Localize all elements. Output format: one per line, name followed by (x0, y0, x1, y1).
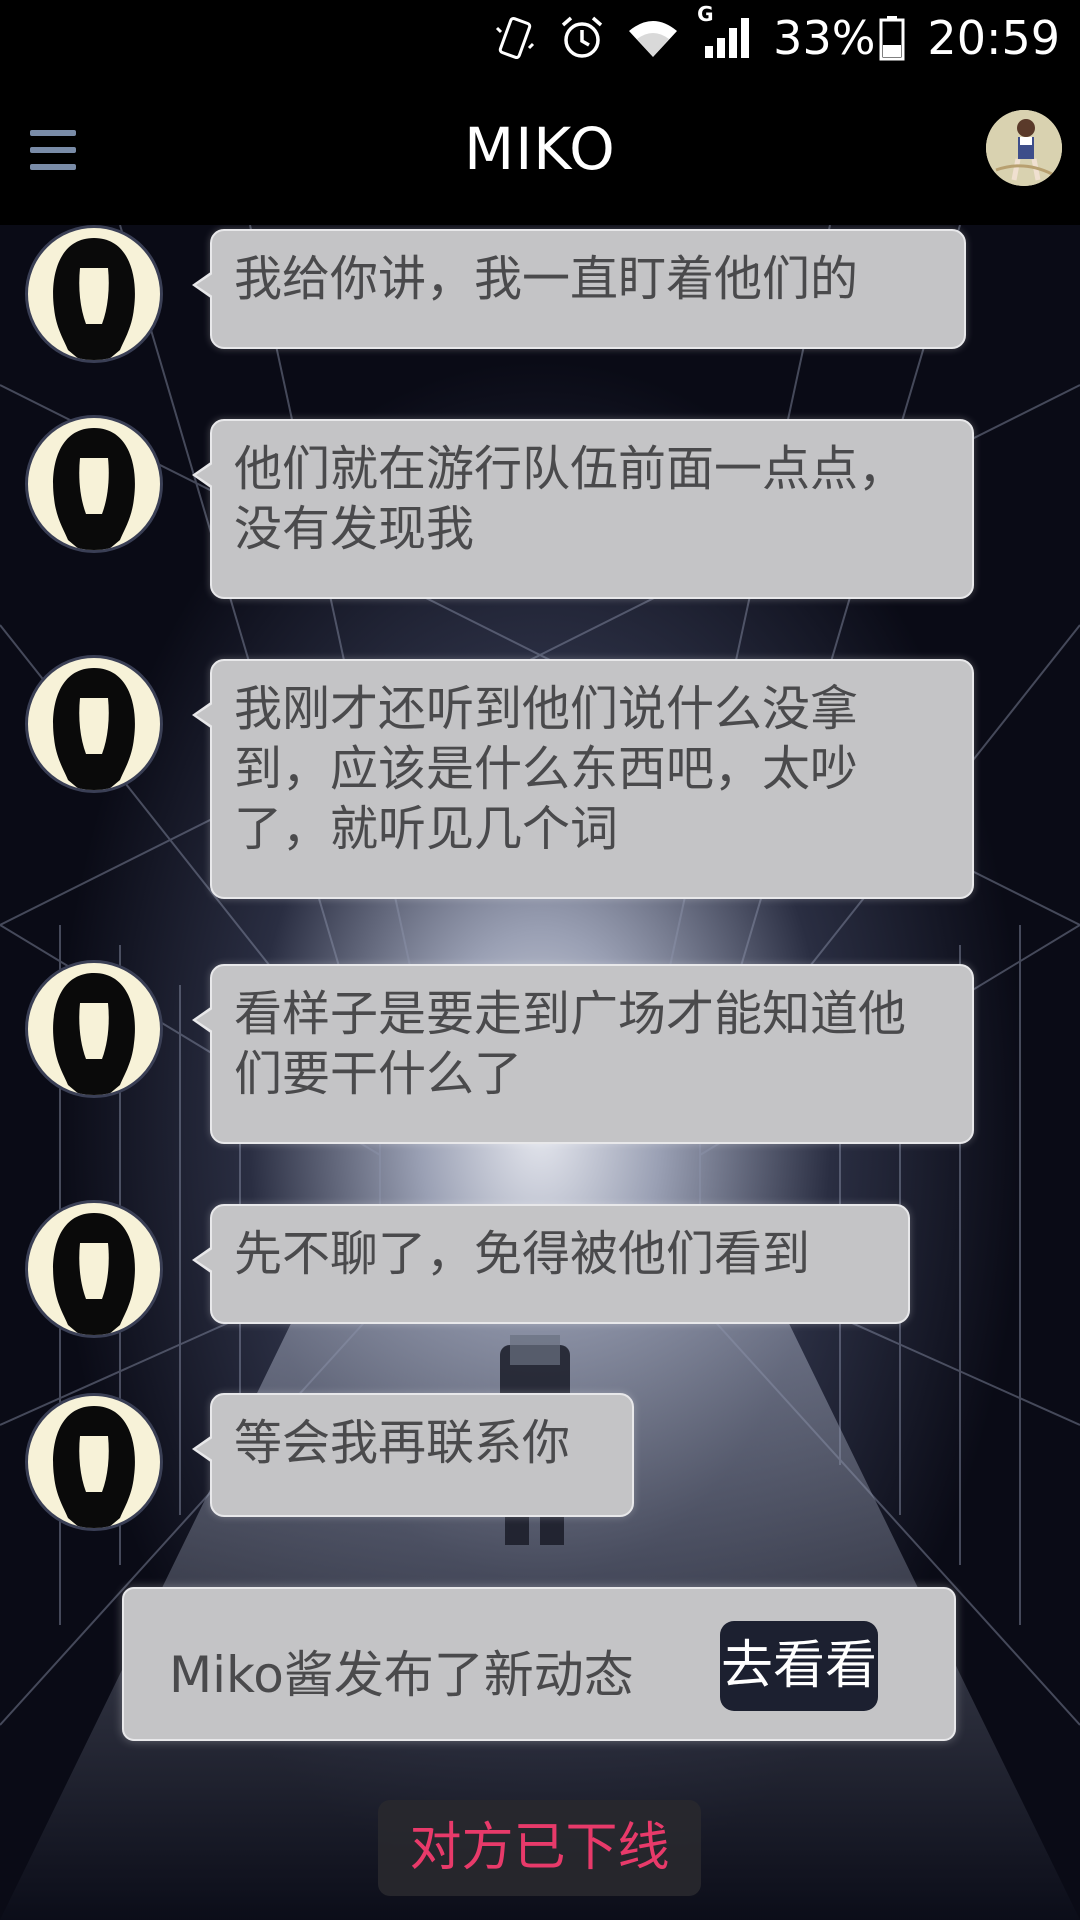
message-bubble: 我给你讲，我一直盯着他们的 (192, 229, 966, 349)
message-bubble: 先不聊了，免得被他们看到 (192, 1204, 910, 1324)
message-text: 看样子是要走到广场才能知道他们要干什么了 (234, 986, 907, 1102)
offline-status-badge: 对方已下线 (378, 1800, 701, 1896)
message-text: 先不聊了，免得被他们看到 (234, 1226, 811, 1282)
status-time: 20:59 (927, 10, 1060, 65)
battery-percent: 33% (773, 10, 876, 65)
vibrate-icon (493, 14, 537, 62)
contact-avatar[interactable] (25, 655, 163, 793)
battery-indicator: 33% (773, 11, 905, 65)
contact-avatar[interactable] (25, 415, 163, 553)
signal-icon: G (697, 2, 751, 60)
contact-avatar[interactable] (25, 225, 163, 363)
message-bubble: 我刚才还听到他们说什么没拿到，应该是什么东西吧，太吵了，就听见几个词 (192, 659, 974, 899)
contact-avatar[interactable] (25, 1200, 163, 1338)
battery-icon (879, 15, 905, 61)
notice-text: Miko酱发布了新动态 (169, 1646, 634, 1704)
message-bubble: 等会我再联系你 (192, 1393, 634, 1517)
status-bar: G 33% 20:59 (0, 0, 1080, 75)
message-text: 他们就在游行队伍前面一点点，没有发现我 (234, 441, 907, 557)
network-type-label: G (697, 1, 714, 26)
profile-avatar[interactable] (986, 110, 1062, 186)
app-bar: MIKO (0, 75, 1080, 225)
chat-area[interactable]: 我给你讲，我一直盯着他们的 他们就在游行队伍前面一点点，没有发现我 我刚才还听到… (0, 225, 1080, 1920)
message-bubble: 他们就在游行队伍前面一点点，没有发现我 (192, 419, 974, 599)
message-text: 等会我再联系你 (234, 1415, 571, 1471)
go-view-button[interactable]: 去看看 (720, 1621, 878, 1711)
new-post-notice: Miko酱发布了新动态 去看看 (122, 1587, 956, 1741)
message-bubble: 看样子是要走到广场才能知道他们要干什么了 (192, 964, 974, 1144)
wifi-icon (627, 17, 679, 59)
message-text: 我给你讲，我一直盯着他们的 (234, 251, 859, 307)
contact-avatar[interactable] (25, 1393, 163, 1531)
contact-avatar[interactable] (25, 960, 163, 1098)
page-title: MIKO (464, 115, 616, 183)
alarm-icon (559, 15, 605, 61)
message-text: 我刚才还听到他们说什么没拿到，应该是什么东西吧，太吵了，就听见几个词 (234, 681, 859, 857)
